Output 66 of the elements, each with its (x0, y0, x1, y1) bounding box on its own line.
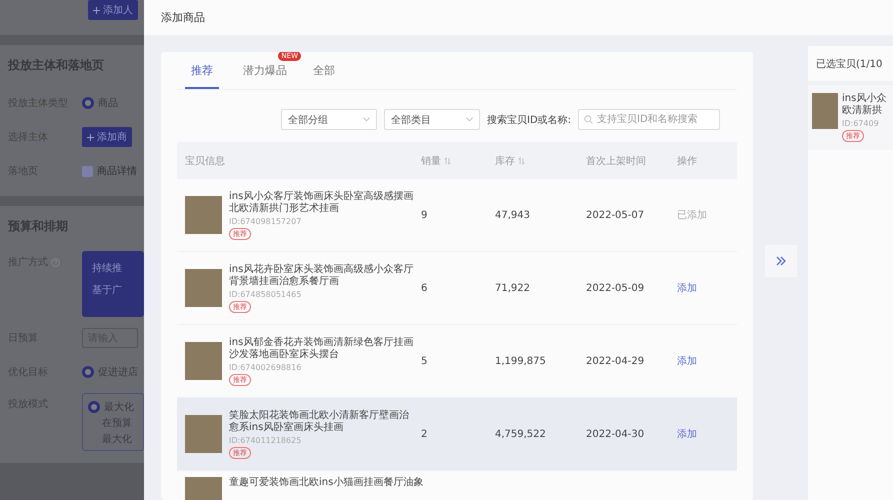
column-header: 首次上架时间 (586, 154, 646, 168)
stock-count: 4,759,522 (495, 428, 547, 440)
search-icon (584, 115, 594, 124)
sales-count: 9 (421, 210, 428, 220)
add-link[interactable]: 添加 (677, 427, 737, 441)
listing-date: 2022-05-07 (586, 210, 646, 220)
product-id: ID:674858051465 (229, 290, 302, 298)
plus-icon (93, 6, 100, 14)
search-field[interactable]: 支持宝贝ID和名称搜索 (578, 109, 720, 130)
search-label: 搜索宝贝ID或名称: (487, 114, 572, 126)
sales-count: 6 (421, 282, 428, 294)
radio-button[interactable] (88, 401, 100, 413)
product-id: ID:67409 (842, 119, 879, 128)
photo-placeholder (185, 415, 222, 453)
double-chevron-right-icon (774, 255, 786, 267)
column-header: 销量 (421, 154, 441, 168)
group-select[interactable]: 全部分组 (281, 109, 377, 130)
tab[interactable]: 全部 (311, 61, 337, 89)
listing-date: 2022-04-30 (586, 428, 646, 440)
tab[interactable]: 潜力爆品 (241, 61, 289, 89)
add-product-button[interactable]: 添加商 (82, 127, 132, 147)
product-id: ID:674002698816 (229, 362, 302, 372)
tab[interactable]: 推荐 (185, 61, 219, 89)
product-title: ins风小众 欧清新拱 (842, 93, 886, 117)
column-header: 宝贝信息 (185, 154, 225, 168)
product-title: 童趣可爱装饰画北欧ins小猫画挂画餐厅油象 (229, 477, 424, 489)
product-title: 笑脸太阳花装饰画北欧小清新客厅壁画治愈系ins风卧室画床头挂画 (229, 410, 410, 434)
stock-count: 71,922 (495, 282, 531, 294)
column-header: 库存 (495, 154, 515, 168)
photo-placeholder (812, 93, 838, 129)
sort-icon[interactable] (444, 156, 451, 164)
listing-date: 2022-05-09 (586, 282, 646, 294)
product-title: ins风郁金香花卉装饰画清新绿色客厅挂画沙发落地画卧室床头摆台 (229, 336, 414, 360)
radio-button[interactable] (82, 366, 94, 378)
move-right-button[interactable] (764, 245, 796, 277)
photo-placeholder (185, 196, 222, 234)
option-description: 基于广 (92, 284, 123, 297)
sort-icon[interactable] (518, 156, 525, 164)
column-header: 操作 (677, 154, 697, 168)
chevron-down-icon (466, 117, 473, 122)
photo-placeholder (185, 269, 222, 307)
stock-count: 47,943 (495, 210, 531, 220)
photo-placeholder (185, 342, 222, 380)
product-id: ID:674098157207 (229, 216, 302, 226)
added-status: 已添加 (677, 208, 708, 222)
panel-title: 已选宝贝(1/10 (816, 58, 882, 70)
product-title: ins风花卉卧室床头装饰画高级感小众客厅背景墙挂画治愈系餐厅画 (229, 264, 414, 288)
product-id: ID:674011218625 (229, 436, 302, 444)
checkbox-label: 商品详情 (97, 164, 137, 178)
stock-count: 1,199,875 (495, 356, 547, 366)
option-title: 持续推 (92, 262, 123, 275)
sales-count: 5 (421, 356, 428, 366)
radio-button[interactable] (82, 97, 94, 109)
add-link[interactable]: 添加 (677, 354, 737, 368)
category-select[interactable]: 全部类目 (384, 109, 480, 130)
checkbox[interactable] (82, 166, 93, 176)
modal-title: 添加商品 (161, 10, 205, 25)
chevron-down-icon (363, 117, 370, 122)
listing-date: 2022-04-29 (586, 356, 646, 366)
sales-count: 2 (421, 428, 428, 440)
help-icon (51, 258, 60, 266)
plus-icon (87, 134, 94, 140)
add-button[interactable]: 添加人 (88, 0, 138, 20)
promo-option-card[interactable]: 持续推 基于广 (82, 251, 144, 317)
product-title: ins风小众客厅装饰画床头卧室高级感摆画北欧清新拱门形艺术挂画 (229, 190, 414, 214)
add-link[interactable]: 添加 (677, 281, 737, 295)
